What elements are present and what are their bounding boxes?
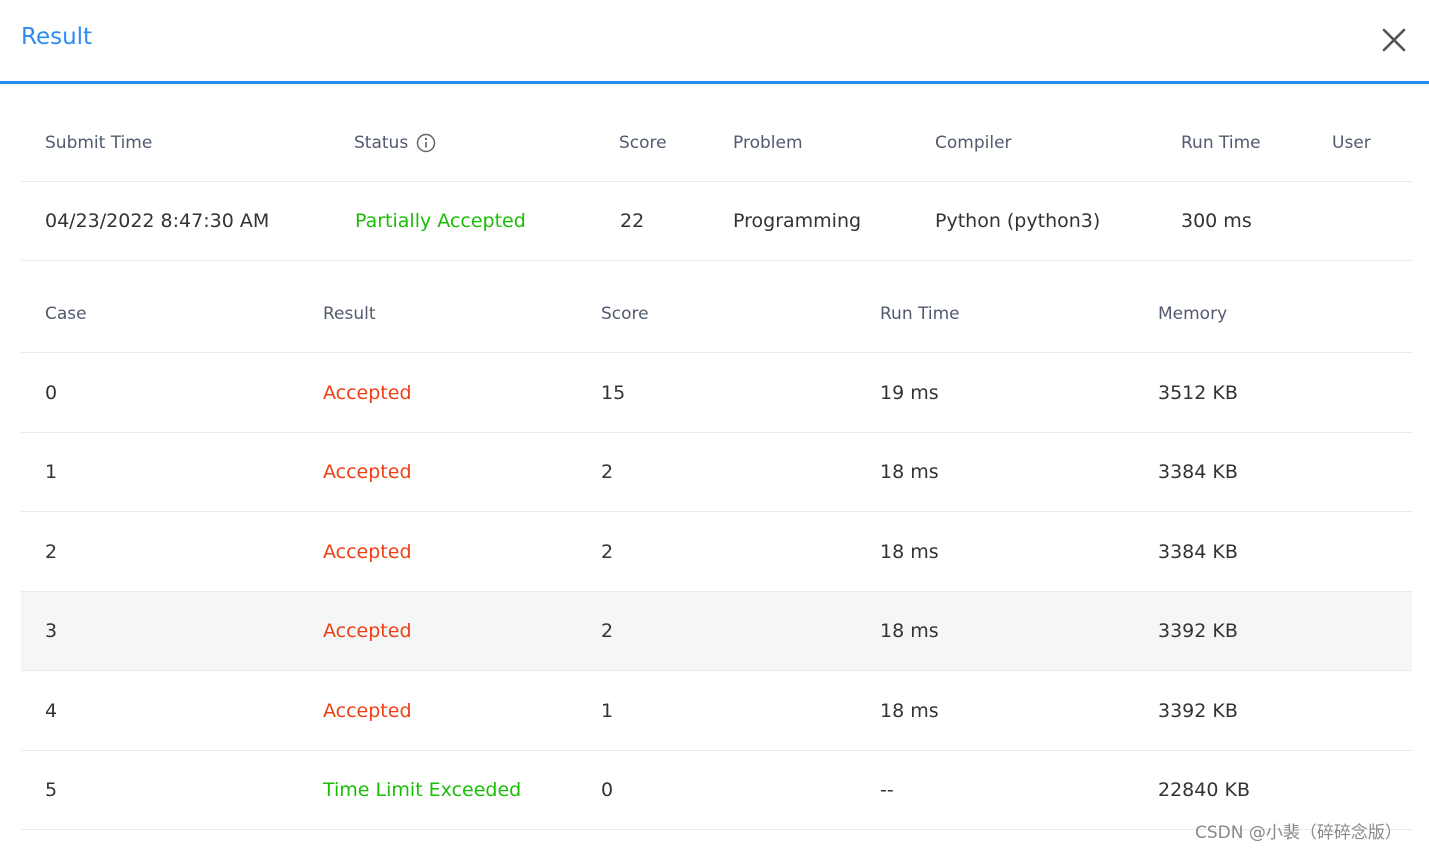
dialog-header: Result xyxy=(0,0,1429,84)
case-memory: 3384 KB xyxy=(1158,461,1238,483)
case-score: 15 xyxy=(601,381,626,404)
cases-header-row: Case Result Score Run Time Memory xyxy=(21,276,1412,353)
header-user: User xyxy=(1332,133,1371,153)
watermark: CSDN @小裴（碎碎念版） xyxy=(1195,823,1402,843)
submission-row: 04/23/2022 8:47:30 AM Partially Accepted… xyxy=(21,182,1412,261)
info-icon[interactable] xyxy=(416,133,436,153)
table-row: 4 Accepted 1 18 ms 3392 KB xyxy=(21,671,1412,751)
compiler-value: Python (python3) xyxy=(935,210,1101,232)
header-status-label: Status xyxy=(354,133,409,153)
case-result: Accepted xyxy=(323,461,412,483)
cases-table: Case Result Score Run Time Memory 0 Acce… xyxy=(21,276,1412,830)
case-number: 3 xyxy=(45,620,58,642)
case-number: 2 xyxy=(45,540,58,563)
header-compiler: Compiler xyxy=(935,133,1012,153)
case-result: Time Limit Exceeded xyxy=(323,779,522,801)
submission-header-row: Submit Time Status Score Problem Compile… xyxy=(21,105,1412,182)
table-row: 3 Accepted 2 18 ms 3392 KB xyxy=(21,592,1412,671)
case-score: 0 xyxy=(601,779,614,801)
case-run-time: 18 ms xyxy=(880,461,939,483)
header-memory: Memory xyxy=(1158,304,1228,324)
status-value: Partially Accepted xyxy=(355,210,526,232)
case-memory: 3392 KB xyxy=(1158,620,1238,642)
submission-table: Submit Time Status Score Problem Compile… xyxy=(21,105,1412,261)
case-number: 5 xyxy=(45,779,58,801)
case-score: 2 xyxy=(601,461,614,483)
case-score: 2 xyxy=(601,540,614,563)
table-row: 1 Accepted 2 18 ms 3384 KB xyxy=(21,433,1412,512)
case-score: 2 xyxy=(601,620,614,642)
case-memory: 3392 KB xyxy=(1158,699,1238,722)
close-icon[interactable] xyxy=(1378,24,1410,56)
case-result: Accepted xyxy=(323,699,412,722)
case-memory: 3384 KB xyxy=(1158,540,1238,563)
case-result: Accepted xyxy=(323,620,412,642)
case-number: 4 xyxy=(45,699,58,722)
case-run-time: -- xyxy=(880,779,894,801)
case-result: Accepted xyxy=(323,381,412,404)
case-number: 0 xyxy=(45,381,58,404)
case-run-time: 18 ms xyxy=(880,540,939,563)
case-run-time: 18 ms xyxy=(880,699,939,722)
case-number: 1 xyxy=(45,461,58,483)
header-status: Status xyxy=(354,105,436,181)
case-score: 1 xyxy=(601,699,614,722)
header-run-time: Run Time xyxy=(1181,133,1261,153)
submit-time-value: 04/23/2022 8:47:30 AM xyxy=(45,210,270,232)
header-result: Result xyxy=(323,304,376,324)
case-memory: 3512 KB xyxy=(1158,381,1238,404)
case-result: Accepted xyxy=(323,540,412,563)
dialog-title: Result xyxy=(21,24,93,50)
header-problem: Problem xyxy=(733,133,803,153)
score-value: 22 xyxy=(620,210,645,232)
header-score: Score xyxy=(619,133,667,153)
table-row: 0 Accepted 15 19 ms 3512 KB xyxy=(21,353,1412,433)
run-time-value: 300 ms xyxy=(1181,210,1252,232)
header-case-score: Score xyxy=(601,304,649,324)
header-case-run-time: Run Time xyxy=(880,304,960,324)
table-row: 2 Accepted 2 18 ms 3384 KB xyxy=(21,512,1412,592)
case-run-time: 18 ms xyxy=(880,620,939,642)
header-case: Case xyxy=(45,304,87,324)
header-submit-time: Submit Time xyxy=(45,133,153,153)
problem-value[interactable]: Programming xyxy=(733,182,861,260)
case-run-time: 19 ms xyxy=(880,381,939,404)
